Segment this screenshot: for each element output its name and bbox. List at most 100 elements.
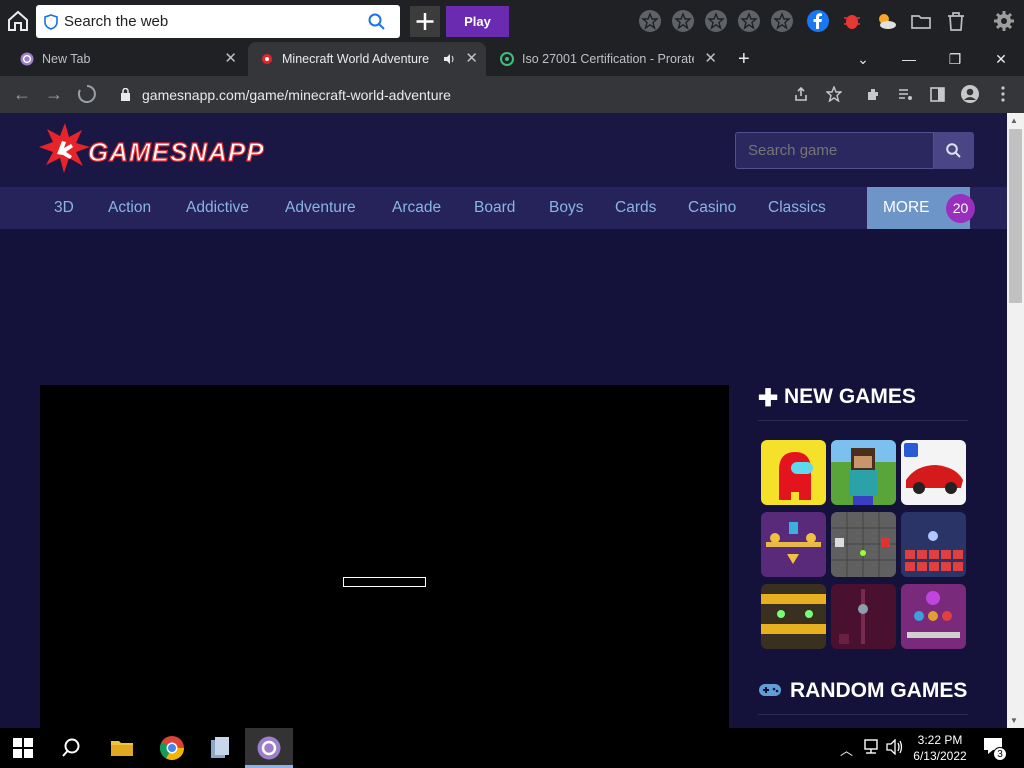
home-icon[interactable] (6, 9, 30, 33)
plus-icon[interactable] (410, 6, 440, 37)
search-icon[interactable] (368, 13, 385, 30)
taskbar-active-app[interactable] (245, 728, 293, 768)
game-thumbnail[interactable] (831, 584, 896, 649)
star-icon[interactable] (770, 9, 794, 33)
windows-start-icon[interactable] (12, 737, 34, 759)
game-thumbnail[interactable] (761, 440, 826, 505)
close-icon[interactable]: ✕ (224, 42, 237, 76)
scroll-up-icon[interactable]: ▲ (1010, 116, 1018, 125)
stop-loading-icon[interactable] (77, 84, 97, 104)
trash-icon[interactable] (944, 9, 968, 33)
weather-icon[interactable] (874, 9, 898, 33)
tab-minecraft-world-adventure[interactable]: Minecraft World Adventure | ✕ (248, 42, 486, 76)
more-categories-button[interactable]: MORE 20 (867, 187, 975, 229)
chrome-icon[interactable] (158, 734, 186, 762)
notifications-button[interactable]: 3 (982, 736, 1007, 761)
profile-icon[interactable] (960, 84, 980, 104)
tab-iso-27001-certification[interactable]: Iso 27001 Certification - Prorated ✕ (488, 42, 725, 76)
restore-button[interactable]: ❐ (932, 42, 978, 76)
game-thumbnail[interactable] (831, 440, 896, 505)
more-vertical-icon[interactable] (995, 85, 1011, 103)
new-games-title: NEW GAMES (784, 385, 916, 408)
speaker-icon[interactable] (443, 54, 455, 64)
category-cards[interactable]: Cards (615, 187, 656, 229)
game-thumbnail[interactable] (831, 512, 896, 577)
game-thumbnail[interactable] (901, 440, 966, 505)
category-casino[interactable]: Casino (688, 187, 736, 229)
notification-count-badge: 3 (993, 747, 1007, 761)
new-games-grid (761, 440, 967, 650)
extensions-icon[interactable] (865, 86, 882, 103)
url-bar[interactable]: gamesnapp.com/game/minecraft-world-adven… (110, 80, 860, 109)
site-logo[interactable]: GAMESNAPP (38, 123, 288, 177)
close-icon[interactable]: ✕ (704, 42, 717, 76)
game-thumbnail[interactable] (761, 584, 826, 649)
gamesnapp-favicon-icon (262, 54, 272, 64)
more-count-badge: 20 (946, 194, 975, 223)
gear-icon[interactable] (992, 9, 1016, 33)
logo-wordmark: GAMESNAPP (88, 137, 265, 167)
category-action[interactable]: Action (108, 187, 151, 229)
web-search-box[interactable]: Search the web (36, 5, 400, 38)
search-icon (946, 143, 961, 158)
star-icon[interactable] (638, 9, 662, 33)
bug-icon[interactable] (840, 9, 864, 33)
divider (758, 714, 968, 715)
category-adventure[interactable]: Adventure (285, 187, 356, 229)
game-thumbnail[interactable] (901, 584, 966, 649)
site-favicon-icon (500, 52, 514, 66)
url-text: gamesnapp.com/game/minecraft-world-adven… (142, 87, 451, 103)
category-addictive[interactable]: Addictive (186, 187, 249, 229)
game-search-button[interactable] (934, 132, 974, 169)
divider (758, 420, 968, 421)
tab-label: Iso 27001 Certification - Prorated (522, 52, 694, 66)
star-icon[interactable] (704, 9, 728, 33)
documents-icon[interactable] (206, 734, 234, 762)
category-3d[interactable]: 3D (54, 187, 74, 229)
media-control-icon[interactable] (897, 86, 914, 103)
volume-icon[interactable] (886, 739, 904, 755)
game-thumbnail[interactable] (901, 512, 966, 577)
scroll-down-icon[interactable]: ▼ (1010, 716, 1018, 725)
chevron-up-icon[interactable]: ︿ (840, 740, 853, 759)
folder-icon[interactable] (909, 9, 933, 33)
tab-new-tab[interactable]: New Tab ✕ (8, 42, 245, 76)
tab-label: Minecraft World Adventure | (282, 52, 432, 66)
clock-time: 3:22 PM (917, 733, 963, 747)
game-frame[interactable] (40, 385, 729, 728)
shield-icon (44, 14, 58, 30)
new-tab-button[interactable]: + (738, 42, 758, 76)
category-classics[interactable]: Classics (768, 187, 826, 229)
category-board[interactable]: Board (474, 187, 515, 229)
lock-icon[interactable] (120, 88, 131, 101)
back-icon[interactable]: ← (12, 84, 32, 104)
web-search-text: Search the web (64, 13, 169, 30)
close-window-button[interactable]: ✕ (978, 42, 1024, 76)
share-icon[interactable] (793, 86, 809, 102)
system-clock[interactable]: 3:22 PM 6/13/2022 (910, 732, 970, 764)
star-icon[interactable] (737, 9, 761, 33)
side-panel-icon[interactable] (929, 86, 946, 103)
game-thumbnail[interactable] (761, 512, 826, 577)
tab-search-button[interactable]: ⌄ (840, 42, 886, 76)
browser-top-toolbar: Search the web Play (0, 0, 1024, 42)
category-boys[interactable]: Boys (549, 187, 583, 229)
file-explorer-icon[interactable] (108, 734, 136, 762)
tor-browser-icon (20, 52, 34, 66)
star-icon[interactable] (671, 9, 695, 33)
search-icon[interactable] (60, 734, 88, 762)
close-icon[interactable]: ✕ (465, 42, 478, 76)
play-button[interactable]: Play (446, 6, 509, 37)
address-toolbar: ← → gamesnapp.com/game/minecraft-world-a… (0, 76, 1024, 113)
page-scrollbar[interactable]: ▲ ▼ (1007, 113, 1024, 728)
game-search-input[interactable] (735, 132, 934, 169)
web-page: GAMESNAPP 3D Action Addictive Adventure … (0, 113, 1007, 728)
bookmark-star-icon[interactable] (826, 86, 842, 102)
plus-icon: ✚ (758, 385, 779, 412)
network-icon[interactable] (862, 739, 880, 755)
category-arcade[interactable]: Arcade (392, 187, 441, 229)
forward-icon[interactable]: → (44, 84, 64, 104)
minimize-button[interactable]: — (886, 42, 932, 76)
scrollbar-thumb[interactable] (1009, 129, 1022, 303)
facebook-icon[interactable] (806, 9, 830, 33)
